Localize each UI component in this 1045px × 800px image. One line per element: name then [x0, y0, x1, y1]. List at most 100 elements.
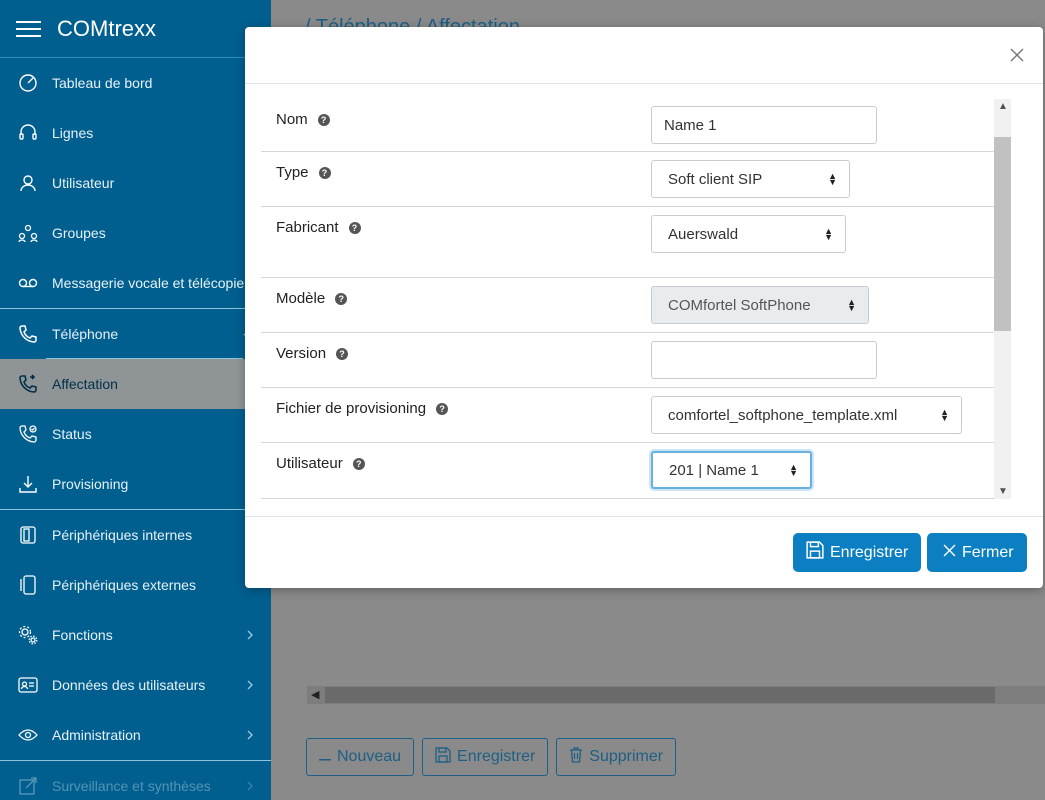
select-caret-icon: ▲ ▼: [847, 297, 856, 313]
select-caret-icon: ▲ ▼: [940, 407, 949, 423]
download-icon: [17, 473, 39, 495]
form-row-fichier: Fichier de provisioning ? comfortel_soft…: [261, 388, 1009, 443]
scroll-up-arrow-icon[interactable]: ▲: [998, 101, 1008, 112]
chevron-right-icon: [247, 627, 253, 643]
sidebar-item-provisioning[interactable]: Provisioning: [0, 459, 271, 509]
type-label: Type: [276, 164, 309, 181]
sidebar-item-label: Données des utilisateurs: [52, 677, 206, 693]
help-icon[interactable]: ?: [348, 221, 361, 234]
chart-export-icon: [17, 775, 39, 797]
dashboard-gauge-icon: [17, 72, 39, 94]
phone-assign-icon: [17, 373, 39, 395]
modele-label: Modèle: [276, 290, 326, 307]
sidebar: COMtrexx Tableau de bord Lignes Utilisat…: [0, 0, 271, 800]
user-icon: [17, 172, 39, 194]
sidebar-item-label: Périphériques internes: [52, 527, 193, 543]
sidebar-item-label: Affectation: [52, 376, 118, 392]
name-input[interactable]: Name 1: [651, 106, 877, 144]
fichier-label: Fichier de provisioning: [276, 400, 427, 417]
sidebar-item-groupes[interactable]: Groupes: [0, 208, 271, 258]
eye-icon: [17, 724, 39, 746]
vertical-scrollbar[interactable]: ▲ ▼: [994, 99, 1011, 499]
new-button-label: Nouveau: [337, 748, 402, 765]
phone-status-icon: [17, 423, 39, 445]
sidebar-item-donnees-utilisateurs[interactable]: Données des utilisateurs: [0, 660, 271, 710]
sidebar-item-affectation[interactable]: Affectation: [0, 359, 271, 409]
model-select-value: COMfortel SoftPhone: [668, 296, 811, 314]
chevron-right-icon: [247, 677, 253, 693]
sidebar-item-messagerie[interactable]: Messagerie vocale et télécopie: [0, 258, 271, 308]
close-icon[interactable]: [1009, 47, 1025, 63]
save-button-label: Enregistrer: [457, 748, 536, 765]
form-table: Nom ? Name 1 Type ? Soft client SIP ▲▼: [261, 99, 1009, 499]
modal-body[interactable]: Nom ? Name 1 Type ? Soft client SIP ▲▼: [261, 99, 1027, 499]
type-select[interactable]: Soft client SIP ▲ ▼: [651, 160, 850, 198]
scrollbar-thumb[interactable]: [994, 137, 1011, 331]
sidebar-item-dashboard[interactable]: Tableau de bord: [0, 58, 271, 108]
user-select[interactable]: 201 | Name 1 ▲ ▼: [651, 451, 812, 489]
version-label: Version: [276, 345, 327, 362]
voicemail-icon: [17, 272, 39, 294]
sidebar-item-fonctions[interactable]: Fonctions: [0, 610, 271, 660]
phone-icon: [17, 323, 39, 345]
scrollbar-thumb[interactable]: [325, 687, 995, 703]
delete-button[interactable]: Supprimer: [556, 738, 677, 776]
sidebar-item-peripheriques-internes[interactable]: Périphériques internes: [0, 510, 271, 560]
form-row-fabricant: Fabricant ? Auerswald ▲ ▼: [261, 207, 1009, 278]
sidebar-item-telephone[interactable]: Téléphone: [0, 309, 271, 359]
select-caret-icon: ▲ ▼: [828, 171, 837, 187]
chevron-right-icon: [247, 727, 253, 743]
sidebar-item-label: Surveillance et synthèses: [52, 778, 211, 794]
utilisateur-label: Utilisateur: [276, 455, 343, 472]
assignment-modal: Nom ? Name 1 Type ? Soft client SIP ▲▼: [245, 27, 1043, 588]
hamburger-menu-icon[interactable]: [16, 20, 41, 37]
version-input[interactable]: [651, 341, 877, 379]
modal-close-label: Fermer: [962, 543, 1014, 561]
help-icon[interactable]: ?: [336, 347, 349, 360]
floppy-disk-icon: [435, 746, 451, 768]
sidebar-item-administration[interactable]: Administration: [0, 710, 271, 760]
sidebar-item-surveillance[interactable]: Surveillance et synthèses: [0, 761, 271, 800]
scroll-down-arrow-icon[interactable]: ▼: [998, 486, 1008, 497]
help-icon[interactable]: ?: [317, 113, 330, 126]
type-select-value: Soft client SIP: [668, 170, 763, 188]
desk-phone-icon: [17, 524, 39, 546]
group-icon: [17, 222, 39, 244]
provisioning-file-value: comfortel_softphone_template.xml: [668, 406, 898, 424]
new-button[interactable]: Nouveau: [306, 738, 415, 776]
select-caret-icon: ▲ ▼: [789, 462, 798, 478]
help-icon[interactable]: ?: [335, 292, 348, 305]
help-icon[interactable]: ?: [436, 402, 449, 415]
fabricant-label: Fabricant: [276, 219, 339, 236]
modal-save-label: Enregistrer: [830, 543, 909, 561]
sidebar-item-utilisateur[interactable]: Utilisateur: [0, 158, 271, 208]
modal-header: [245, 27, 1043, 84]
sidebar-item-label: Téléphone: [52, 326, 119, 342]
horizontal-scrollbar[interactable]: ◀: [307, 686, 1045, 704]
manufacturer-select[interactable]: Auerswald ▲ ▼: [651, 215, 846, 253]
sidebar-item-label: Status: [52, 426, 92, 442]
modal-footer: Enregistrer Fermer: [245, 516, 1043, 588]
manufacturer-select-value: Auerswald: [668, 225, 739, 243]
field-label: Utilisateur ?: [276, 455, 365, 472]
sidebar-item-label: Tableau de bord: [52, 75, 153, 91]
sidebar-item-label: Messagerie vocale et télécopie: [52, 275, 245, 291]
help-icon[interactable]: ?: [352, 457, 365, 470]
sidebar-item-peripheriques-externes[interactable]: Périphériques externes: [0, 560, 271, 610]
modal-save-button[interactable]: Enregistrer: [793, 533, 922, 572]
save-button[interactable]: Enregistrer: [422, 738, 549, 776]
sidebar-item-lignes[interactable]: Lignes: [0, 108, 271, 158]
sidebar-item-label: Provisioning: [52, 476, 129, 492]
sidebar-item-label: Lignes: [52, 125, 94, 141]
delete-button-label: Supprimer: [589, 748, 664, 765]
provisioning-file-select[interactable]: comfortel_softphone_template.xml ▲ ▼: [651, 396, 962, 434]
form-row-type: Type ? Soft client SIP ▲ ▼: [261, 152, 1009, 207]
form-row-version: Version ?: [261, 333, 1009, 388]
minus-icon: [319, 748, 331, 766]
sidebar-item-status[interactable]: Status: [0, 409, 271, 459]
id-card-icon: [17, 674, 39, 696]
brand-name: COMtrexx: [57, 15, 156, 41]
scroll-left-arrow-icon[interactable]: ◀: [311, 688, 319, 701]
help-icon[interactable]: ?: [318, 166, 331, 179]
modal-close-button[interactable]: Fermer: [927, 533, 1027, 572]
